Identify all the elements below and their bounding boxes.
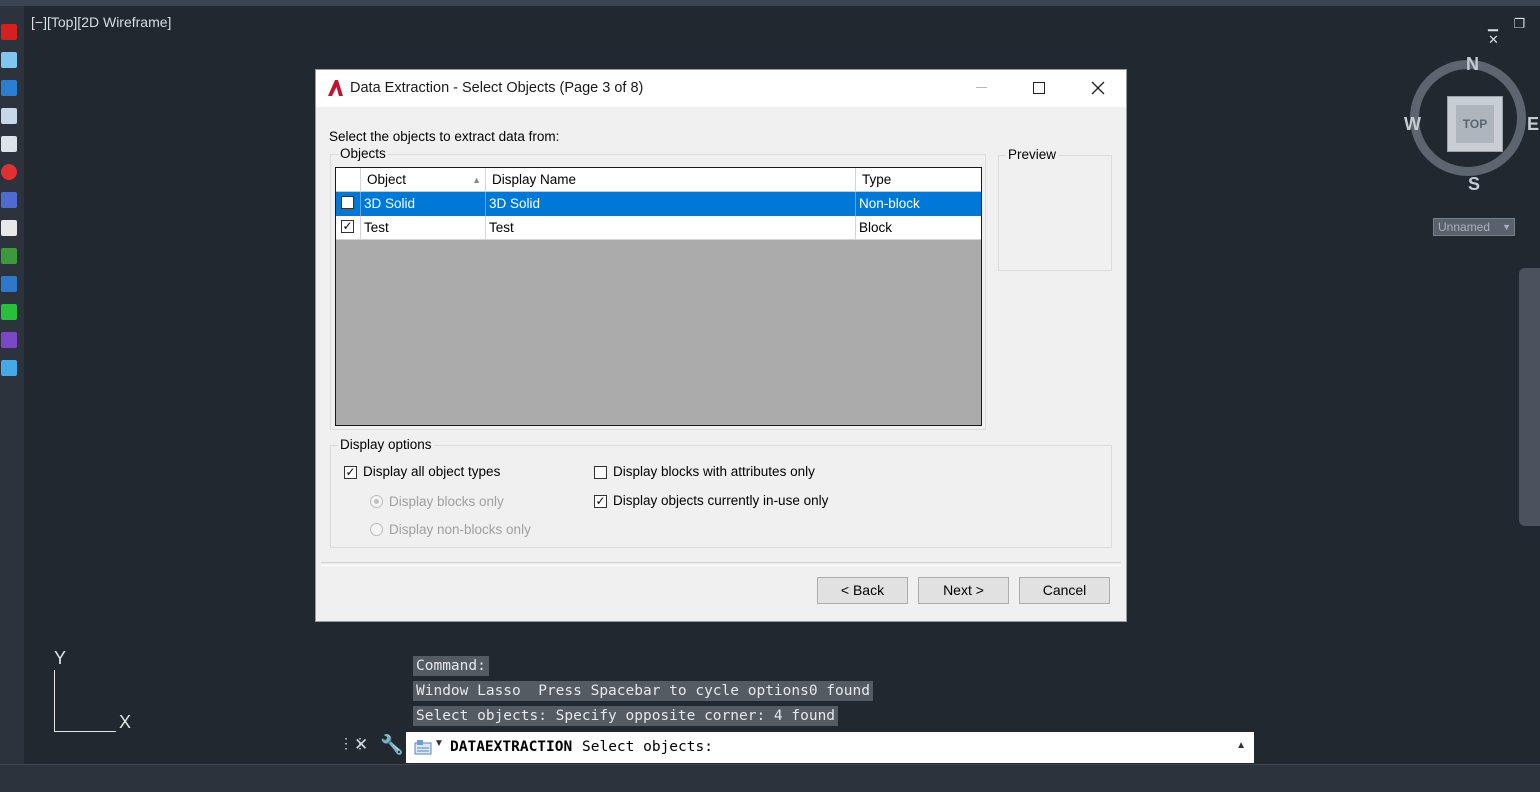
arrow-tool-icon[interactable] bbox=[1, 24, 17, 40]
warning-tool-icon[interactable] bbox=[1, 164, 17, 180]
preview-group: Preview bbox=[998, 147, 1112, 271]
header-type-label: Type bbox=[862, 172, 892, 187]
minimize-icon bbox=[976, 87, 987, 88]
command-line-tools: ⋮⋮ ✕ 🔧 bbox=[337, 733, 405, 761]
close-icon bbox=[1091, 81, 1105, 95]
table-row[interactable]: 3D Solid 3D Solid Non-block bbox=[336, 192, 981, 216]
display-name-cell[interactable]: Test bbox=[486, 216, 856, 240]
object-cell: 3D Solid bbox=[361, 192, 486, 216]
data-extraction-dialog: Data Extraction - Select Objects (Page 3… bbox=[315, 69, 1127, 622]
row-checkbox-cell bbox=[336, 216, 361, 240]
row-checkbox[interactable] bbox=[341, 220, 354, 233]
gear-tool-icon[interactable] bbox=[1, 276, 17, 292]
type-cell: Non-block bbox=[859, 196, 920, 211]
header-display-name[interactable]: Display Name bbox=[486, 168, 856, 192]
top-strip bbox=[0, 0, 1540, 6]
back-button[interactable]: < Back bbox=[817, 577, 908, 604]
chevron-down-icon[interactable]: ▼ bbox=[434, 738, 444, 749]
compass-east[interactable]: E bbox=[1527, 114, 1539, 135]
instruction-text: Select the objects to extract data from: bbox=[329, 129, 560, 144]
command-history-line: Command: bbox=[413, 656, 489, 676]
type-cell: Block bbox=[859, 220, 893, 235]
in-use-only-checkbox[interactable] bbox=[594, 495, 607, 508]
header-display-name-label: Display Name bbox=[492, 172, 577, 187]
autocad-logo-icon bbox=[328, 80, 343, 96]
next-button[interactable]: Next > bbox=[918, 577, 1009, 604]
non-blocks-only-radio[interactable] bbox=[370, 523, 383, 536]
minimize-button[interactable] bbox=[958, 70, 1004, 106]
viewport-controls-label[interactable]: [−][Top][2D Wireframe] bbox=[31, 14, 171, 30]
search-tool-icon[interactable] bbox=[1, 220, 17, 236]
ucs-menu-label: Unnamed bbox=[1438, 220, 1491, 234]
navigation-bar[interactable] bbox=[1519, 268, 1540, 526]
status-bar bbox=[0, 764, 1540, 792]
command-icon[interactable] bbox=[414, 739, 432, 755]
list-tool-icon[interactable] bbox=[1, 332, 17, 348]
command-history-line: Select objects: Specify opposite corner:… bbox=[413, 706, 839, 726]
ucs-y-axis bbox=[54, 670, 55, 732]
dialog-title-bar[interactable]: Data Extraction - Select Objects (Page 3… bbox=[316, 70, 1126, 107]
header-type[interactable]: Type bbox=[856, 168, 981, 192]
blocks-only-radio[interactable] bbox=[370, 495, 383, 508]
close-button[interactable] bbox=[1074, 70, 1120, 106]
footer-separator bbox=[321, 562, 1121, 566]
field-tool-icon[interactable] bbox=[1, 136, 17, 152]
ucs-x-label: X bbox=[119, 712, 132, 732]
objects-group-title: Objects bbox=[338, 146, 388, 161]
compass-north[interactable]: N bbox=[1466, 54, 1479, 75]
compass-west[interactable]: W bbox=[1404, 114, 1421, 135]
table-row[interactable]: Test Test Block bbox=[336, 216, 981, 240]
row-checkbox[interactable] bbox=[341, 196, 354, 209]
sort-ascending-icon: ▲ bbox=[472, 175, 481, 185]
ucs-y-label: Y bbox=[54, 648, 67, 668]
active-command-name: DATAEXTRACTION bbox=[450, 739, 573, 755]
header-checkbox-col bbox=[336, 168, 361, 192]
zoom-tool-icon[interactable] bbox=[1, 52, 17, 68]
row-checkbox-cell bbox=[336, 192, 361, 216]
ucs-menu[interactable]: Unnamed ▼ bbox=[1433, 218, 1515, 236]
layers-tool-icon[interactable] bbox=[1, 80, 17, 96]
maximize-button[interactable] bbox=[1016, 70, 1062, 106]
dialog-title: Data Extraction - Select Objects (Page 3… bbox=[350, 80, 644, 96]
non-blocks-only-label[interactable]: Display non-blocks only bbox=[389, 522, 531, 537]
command-prompt: Select objects: bbox=[582, 739, 713, 755]
chevron-up-icon[interactable]: ▲ bbox=[1236, 740, 1246, 751]
cancel-button[interactable]: Cancel bbox=[1019, 577, 1110, 604]
blocks-with-attributes-label[interactable]: Display blocks with attributes only bbox=[613, 464, 815, 479]
viewport-window-controls[interactable]: ▁ ❐ ✕ bbox=[1488, 16, 1540, 48]
tool-palette bbox=[0, 6, 24, 766]
command-input[interactable]: ▼ DATAEXTRACTION Select objects: ▲ bbox=[406, 732, 1254, 763]
blocks-only-label[interactable]: Display blocks only bbox=[389, 494, 504, 509]
command-history-line: Window Lasso Press Spacebar to cycle opt… bbox=[413, 681, 873, 701]
display-all-types-checkbox[interactable] bbox=[344, 466, 357, 479]
maximize-icon bbox=[1033, 82, 1045, 94]
header-object[interactable]: Object ▲ bbox=[361, 168, 486, 192]
send-tool-icon[interactable] bbox=[1, 192, 17, 208]
table-tool-icon[interactable] bbox=[1, 108, 17, 124]
display-name-cell[interactable]: 3D Solid bbox=[486, 192, 856, 216]
compass-south[interactable]: S bbox=[1468, 174, 1480, 195]
blocks-with-attributes-checkbox[interactable] bbox=[594, 466, 607, 479]
display-options-title: Display options bbox=[338, 437, 434, 452]
chevron-down-icon: ▼ bbox=[1502, 222, 1511, 232]
header-object-label: Object bbox=[367, 172, 407, 187]
display-all-types-label[interactable]: Display all object types bbox=[363, 464, 500, 479]
objects-table[interactable]: Object ▲ Display Name Type 3D Solid 3D S… bbox=[335, 167, 982, 426]
table-header: Object ▲ Display Name Type bbox=[336, 168, 981, 192]
wrench-icon[interactable]: 🔧 bbox=[380, 733, 404, 757]
close-icon[interactable]: ✕ bbox=[354, 735, 368, 755]
preview-group-title: Preview bbox=[1006, 147, 1059, 162]
check-tool-icon[interactable] bbox=[1, 248, 17, 264]
in-use-only-label[interactable]: Display objects currently in-use only bbox=[613, 493, 828, 508]
viewcube-top-face[interactable]: TOP bbox=[1447, 96, 1503, 152]
grid-tool-icon[interactable] bbox=[1, 360, 17, 376]
viewcube-face-label: TOP bbox=[1456, 105, 1494, 143]
chart-tool-icon[interactable] bbox=[1, 304, 17, 320]
ucs-x-axis bbox=[54, 731, 116, 732]
object-cell: Test bbox=[361, 216, 486, 240]
